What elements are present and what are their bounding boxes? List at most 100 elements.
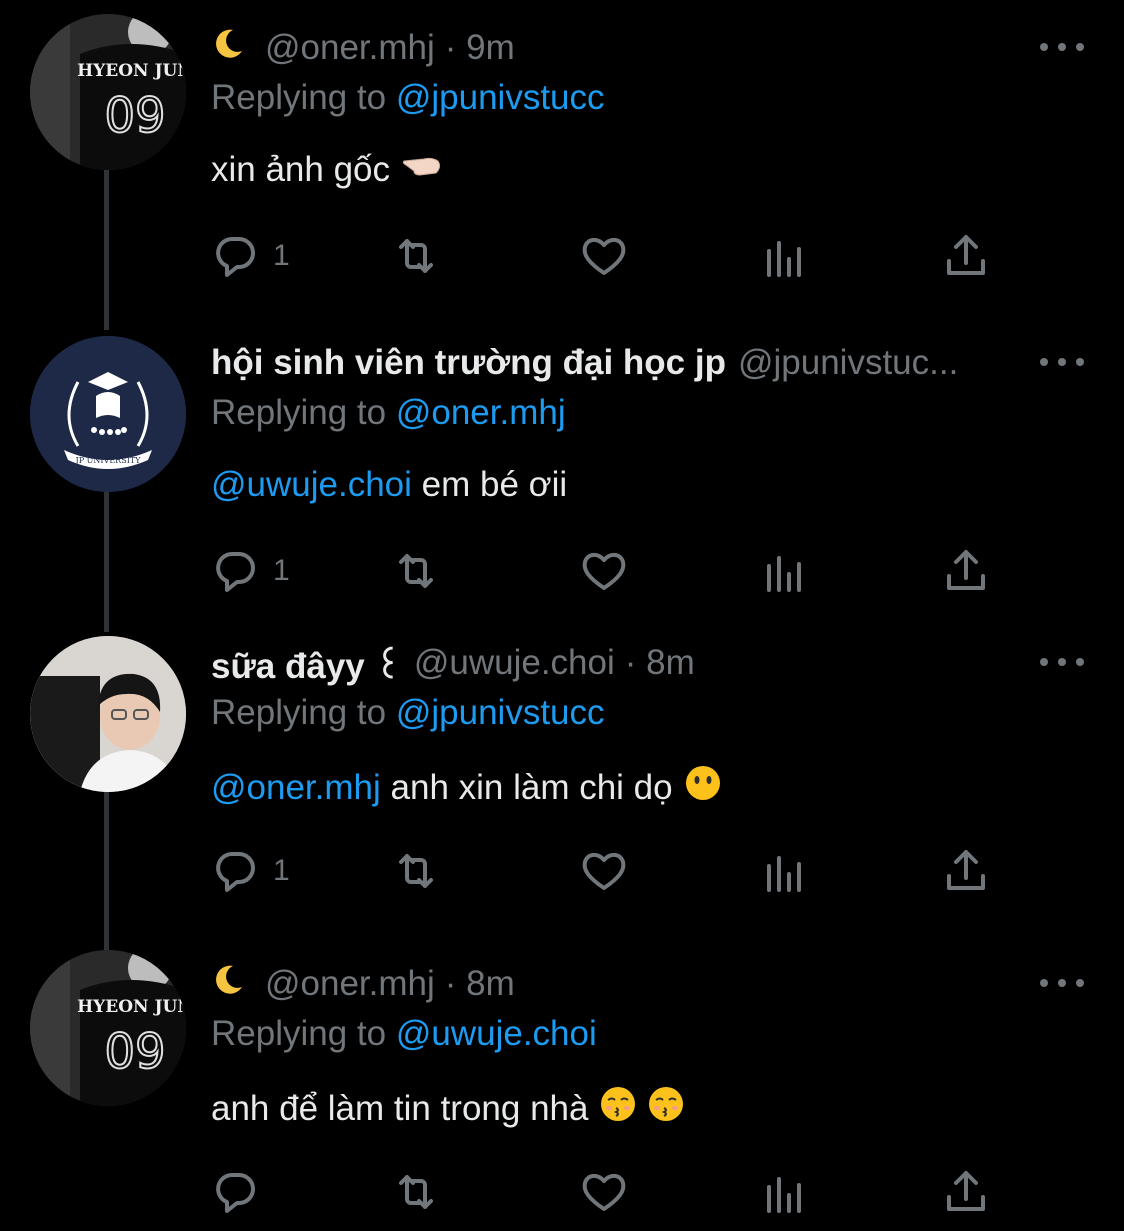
more-options-icon[interactable]: [1040, 347, 1084, 377]
tweet-text-content: em bé ơii: [421, 465, 568, 504]
heart-icon: [582, 853, 626, 890]
jersey-name: HYEON JUN: [77, 997, 186, 1017]
retweet-icon: [399, 1175, 433, 1209]
kissing-face-emoji: [648, 1086, 684, 1131]
backhand-index-pointing-left-emoji: [402, 150, 442, 190]
timestamp[interactable]: · 8m: [625, 643, 695, 683]
reply-count: 1: [273, 854, 290, 887]
like-button[interactable]: [579, 543, 629, 599]
timestamp[interactable]: · 8m: [445, 964, 515, 1004]
reply-button[interactable]: 1: [211, 843, 290, 899]
share-button[interactable]: [941, 843, 991, 899]
replying-to-link[interactable]: @jpunivstucc: [396, 78, 605, 117]
avatar[interactable]: HYEON JUN 09: [30, 14, 186, 170]
tweet-text: @uwuje.choi em bé ơii: [211, 465, 567, 505]
views-icon: [767, 1177, 801, 1213]
tweet[interactable]: HYEON JUN 09 @oner.mhj · 8m Replying to …: [0, 950, 1124, 1231]
handle[interactable]: @oner.mhj: [265, 28, 435, 68]
jersey-number: 09: [104, 88, 165, 144]
share-icon: [947, 850, 985, 890]
display-name[interactable]: sữa đâyy ꒰: [211, 640, 402, 687]
more-options-icon[interactable]: [1040, 32, 1084, 62]
replying-to: Replying to @jpunivstucc: [211, 78, 605, 118]
kissing-face-emoji: [600, 1086, 636, 1131]
tweet[interactable]: sữa đâyy ꒰ @uwuje.choi · 8m Replying to …: [0, 633, 1124, 933]
mention-link[interactable]: @oner.mhj: [211, 768, 381, 808]
views-icon: [767, 856, 801, 892]
reply-icon: [216, 551, 255, 592]
views-button[interactable]: [761, 228, 811, 284]
retweet-button[interactable]: [391, 228, 441, 284]
retweet-icon: [399, 554, 433, 588]
retweet-button[interactable]: [391, 543, 441, 599]
handle[interactable]: @jpunivstuc...: [738, 343, 958, 383]
more-options-icon[interactable]: [1040, 968, 1084, 998]
tweet[interactable]: HYEON JUN 09 @oner.mhj · 9m Replying to …: [0, 14, 1124, 318]
heart-icon: [582, 553, 626, 590]
replying-to-link[interactable]: @jpunivstucc: [396, 693, 605, 732]
share-icon: [947, 550, 985, 590]
logo-text: JP UNIVERSITY: [75, 456, 142, 465]
tweet-actions: 1: [211, 543, 1001, 603]
timestamp[interactable]: · 9m: [445, 28, 515, 68]
replying-to: Replying to @uwuje.choi: [211, 1014, 597, 1054]
replying-to-link[interactable]: @uwuje.choi: [396, 1014, 597, 1053]
views-icon: [767, 241, 801, 277]
share-button[interactable]: [941, 228, 991, 284]
face-without-mouth-emoji: [685, 765, 721, 810]
reply-icon: [216, 236, 255, 277]
views-icon: [767, 556, 801, 592]
heart-icon: [582, 238, 626, 275]
replying-label: Replying to: [211, 693, 387, 732]
replying-label: Replying to: [211, 78, 387, 117]
tweet-text: @oner.mhj anh xin làm chi dọ: [211, 765, 721, 810]
reply-button[interactable]: 1: [211, 228, 290, 284]
handle[interactable]: @oner.mhj: [265, 964, 435, 1004]
tweet-text-content: xin ảnh gốc: [211, 150, 391, 189]
tweet-actions: 1: [211, 843, 1001, 903]
tweet-header: hội sinh viên trường đại học jp @jpunivs…: [211, 333, 1031, 393]
avatar[interactable]: [30, 636, 186, 792]
jersey-name: HYEON JUN: [77, 61, 186, 81]
tweet-header: @oner.mhj · 8m: [211, 954, 1031, 1014]
like-button[interactable]: [579, 1164, 629, 1220]
replying-to: Replying to @jpunivstucc: [211, 693, 605, 733]
retweet-icon: [399, 239, 433, 273]
share-icon: [947, 1171, 985, 1211]
share-button[interactable]: [941, 1164, 991, 1220]
reply-count: 1: [273, 554, 290, 587]
retweet-icon: [399, 854, 433, 888]
tweet-text-content: anh xin làm chi dọ: [390, 767, 673, 807]
views-button[interactable]: [761, 843, 811, 899]
crescent-moon-icon: [211, 963, 245, 1006]
share-button[interactable]: [941, 543, 991, 599]
like-button[interactable]: [579, 843, 629, 899]
share-icon: [947, 235, 985, 275]
tweet-text: xin ảnh gốc: [211, 150, 442, 190]
heart-icon: [582, 1174, 626, 1211]
display-name[interactable]: hội sinh viên trường đại học jp: [211, 343, 726, 383]
mention-link[interactable]: @uwuje.choi: [211, 465, 412, 505]
replying-to: Replying to @oner.mhj: [211, 393, 566, 433]
like-button[interactable]: [579, 228, 629, 284]
replying-to-link[interactable]: @oner.mhj: [396, 393, 566, 432]
retweet-button[interactable]: [391, 843, 441, 899]
views-button[interactable]: [761, 1164, 811, 1220]
more-options-icon[interactable]: [1040, 647, 1084, 677]
reply-button[interactable]: [211, 1164, 273, 1220]
reply-icon: [216, 851, 255, 892]
tweet[interactable]: JP UNIVERSITY hội sinh viên trường đại h…: [0, 333, 1124, 633]
reply-button[interactable]: 1: [211, 543, 290, 599]
avatar[interactable]: HYEON JUN 09: [30, 950, 186, 1106]
retweet-button[interactable]: [391, 1164, 441, 1220]
handle[interactable]: @uwuje.choi: [414, 643, 615, 683]
reply-icon: [216, 1172, 255, 1213]
tweet-text: anh để làm tin trong nhà: [211, 1086, 684, 1131]
views-button[interactable]: [761, 543, 811, 599]
jersey-number: 09: [104, 1024, 165, 1080]
tweet-text-content: anh để làm tin trong nhà: [211, 1088, 589, 1128]
avatar[interactable]: JP UNIVERSITY: [30, 336, 186, 492]
replying-label: Replying to: [211, 393, 387, 432]
replying-label: Replying to: [211, 1014, 387, 1053]
crescent-moon-icon: [211, 27, 245, 70]
